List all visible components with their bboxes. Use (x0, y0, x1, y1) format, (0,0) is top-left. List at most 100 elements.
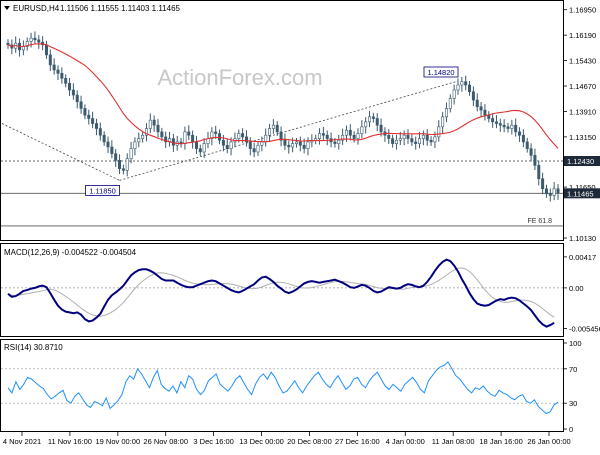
candle-body (252, 148, 256, 153)
candle-body (271, 124, 275, 129)
candle-body (544, 188, 548, 195)
candle-body (525, 141, 529, 149)
candle-body (183, 131, 187, 144)
candle-body (194, 141, 198, 149)
candle-body (156, 124, 160, 133)
candle-body (552, 188, 556, 196)
candle-body (364, 121, 368, 128)
candle-body (75, 94, 79, 103)
candle-body (229, 141, 233, 149)
ohlc-values: 1.11506 1.11555 1.11403 1.11465 (60, 4, 181, 13)
watermark: ActionForex.com (157, 65, 322, 90)
candle-body (387, 134, 391, 139)
x-tick-label: 26 Jan 00:00 (527, 437, 570, 446)
candle-body (410, 138, 414, 143)
candle-body (379, 124, 383, 133)
candle-body (414, 141, 418, 144)
rsi-y-tick-label: 30 (569, 399, 577, 408)
candle-body (356, 133, 360, 139)
candle-body (79, 101, 83, 109)
price-y-tick-label: 1.13910 (569, 107, 596, 116)
candle-body (529, 148, 533, 156)
price-y-tick-label: 1.16190 (569, 31, 596, 40)
candle-body (106, 141, 110, 148)
x-tick-label: 26 Nov 08:00 (143, 437, 188, 446)
candle-body (398, 138, 402, 141)
candle-body (152, 119, 156, 126)
candle-body (110, 146, 114, 154)
candle-body (102, 134, 106, 143)
price-y-tick-label: 1.10130 (569, 234, 596, 243)
candle-body (291, 143, 295, 148)
candle-body (44, 44, 48, 56)
candle-body (471, 91, 475, 101)
candle-body (241, 133, 245, 138)
rsi-y-tick-label: 70 (569, 365, 577, 374)
candle-body (518, 131, 522, 136)
candle-body (191, 134, 195, 143)
candle-body (468, 84, 472, 93)
candle-body (29, 37, 33, 42)
x-tick-label: 3 Dec 16:00 (193, 437, 233, 446)
candle-body (283, 139, 287, 146)
candle-body (498, 123, 502, 126)
candle-body (521, 134, 525, 143)
candle-body (141, 134, 145, 139)
x-tick-label: 11 Jan 08:00 (432, 437, 475, 446)
candle-body (344, 129, 348, 136)
price-y-tick-label: 1.15430 (569, 57, 596, 66)
candle-body (98, 128, 102, 136)
macd-y-tick-label: -0.005456 (569, 324, 600, 333)
candle-body (214, 131, 218, 134)
candle-body (394, 139, 398, 144)
candle-body (52, 64, 56, 71)
x-tick-label: 20 Dec 08:00 (287, 437, 332, 446)
candle-body (268, 128, 272, 136)
candle-body (502, 124, 506, 128)
candle-body (118, 160, 122, 170)
candle-body (133, 141, 137, 149)
candle-body (68, 83, 72, 91)
price-y-tick-label: 1.14670 (569, 82, 596, 91)
candle-body (437, 126, 441, 138)
candle-body (452, 89, 456, 99)
candle-body (198, 148, 202, 153)
macd-y-tick-label: 0.00417 (569, 253, 596, 262)
candle-body (479, 106, 483, 111)
candle-body (541, 178, 545, 190)
candle-body (71, 89, 75, 96)
price-title: EURUSD,H4 1.11506 1.11555 1.11403 1.1146… (4, 4, 181, 13)
candle-body (425, 134, 429, 141)
candle-body (287, 144, 291, 148)
candle-body (225, 144, 229, 149)
price-y-tick-label: 1.13150 (569, 133, 596, 142)
candle-body (475, 99, 479, 108)
candle-body (60, 72, 64, 79)
price-annotation-label: 1.14820 (427, 68, 454, 77)
chart-window: ActionForex.com FE 61.8 1.11850 1.14820 1.… (0, 0, 600, 450)
candle-body (325, 134, 329, 139)
candle-body (333, 141, 337, 144)
candle-body (218, 133, 222, 141)
candle-body (56, 69, 60, 74)
price-annotation-label: 1.11850 (89, 186, 116, 195)
candle-body (248, 141, 252, 149)
candle-body (548, 193, 552, 196)
candle-body (444, 108, 448, 118)
candle-body (406, 134, 410, 139)
candle-body (556, 188, 560, 194)
candle-body (429, 139, 433, 143)
candle-body (368, 116, 372, 123)
rsi-y-tick-label: 0 (569, 425, 573, 434)
candle-body (318, 133, 322, 139)
candle-body (121, 168, 125, 171)
candle-body (91, 118, 95, 124)
candle-body (160, 131, 164, 138)
candle-body (506, 126, 510, 129)
candle-body (421, 134, 425, 139)
candle-body (321, 133, 325, 136)
candle-body (148, 119, 152, 129)
candle-body (83, 108, 87, 116)
candle-body (256, 144, 260, 153)
macd-title: MACD(12,26,9) -0.004522 -0.004504 (4, 248, 137, 257)
